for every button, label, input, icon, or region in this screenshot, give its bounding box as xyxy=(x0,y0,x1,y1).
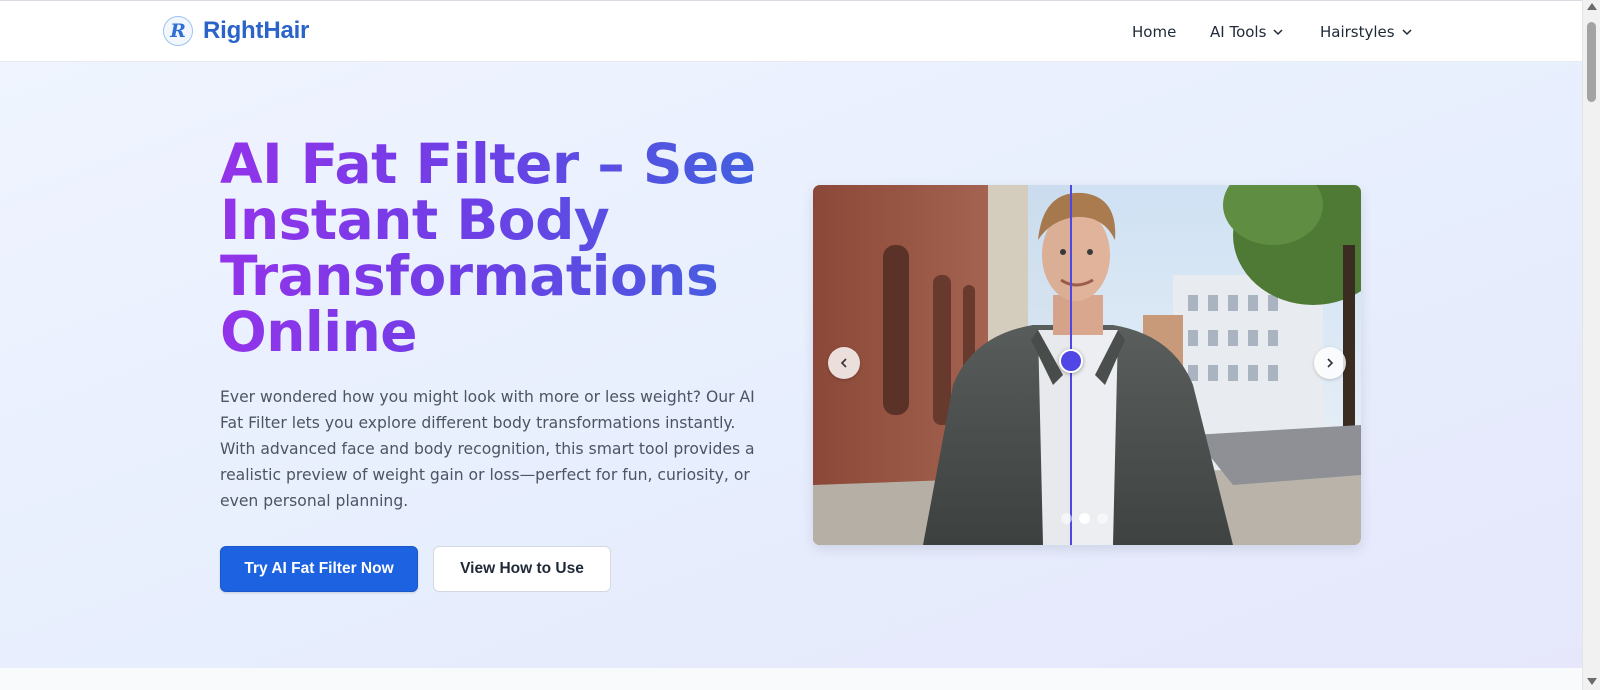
nav-hairstyles-label: Hairstyles xyxy=(1320,23,1395,41)
nav-hairstyles[interactable]: Hairstyles xyxy=(1320,23,1413,41)
comparison-slider-handle[interactable] xyxy=(1059,349,1083,373)
before-after-comparison[interactable] xyxy=(813,185,1361,545)
carousel-dot[interactable] xyxy=(1061,513,1072,524)
hero-description: Ever wondered how you might look with mo… xyxy=(220,388,755,510)
nav-home[interactable]: Home xyxy=(1132,23,1176,41)
view-how-to-use-button[interactable]: View How to Use xyxy=(433,546,611,592)
hero-title: AI Fat Filter – See Instant Body Transfo… xyxy=(220,136,780,360)
carousel-prev-button[interactable] xyxy=(828,347,860,379)
nav-ai-tools-label: AI Tools xyxy=(1210,23,1267,41)
carousel-dot-active[interactable] xyxy=(1079,513,1090,524)
chevron-down-icon xyxy=(1402,29,1412,36)
chevron-down-icon xyxy=(1273,29,1283,36)
nav-ai-tools[interactable]: AI Tools xyxy=(1210,23,1284,41)
nav-home-label: Home xyxy=(1132,23,1177,41)
chevron-left-icon xyxy=(840,358,847,368)
scroll-up-icon[interactable] xyxy=(1587,3,1597,10)
brand-name: RightHair xyxy=(203,17,310,44)
chevron-right-icon xyxy=(1327,358,1334,368)
carousel-indicators xyxy=(1061,513,1108,524)
carousel-next-button[interactable] xyxy=(1314,347,1346,379)
carousel-dot[interactable] xyxy=(1097,513,1108,524)
logo-icon: R xyxy=(163,16,193,46)
brand-logo-link[interactable]: R RightHair xyxy=(163,16,309,46)
hero-section: AI Fat Filter – See Instant Body Transfo… xyxy=(0,62,1582,668)
scroll-thumb[interactable] xyxy=(1587,22,1596,102)
scroll-down-icon[interactable] xyxy=(1587,678,1597,685)
comparison-photo xyxy=(813,185,1361,545)
site-header: R RightHair Home AI Tools Hairstyles xyxy=(0,0,1582,62)
try-filter-button[interactable]: Try AI Fat Filter Now xyxy=(220,546,418,592)
page-scrollbar[interactable] xyxy=(1582,0,1600,690)
